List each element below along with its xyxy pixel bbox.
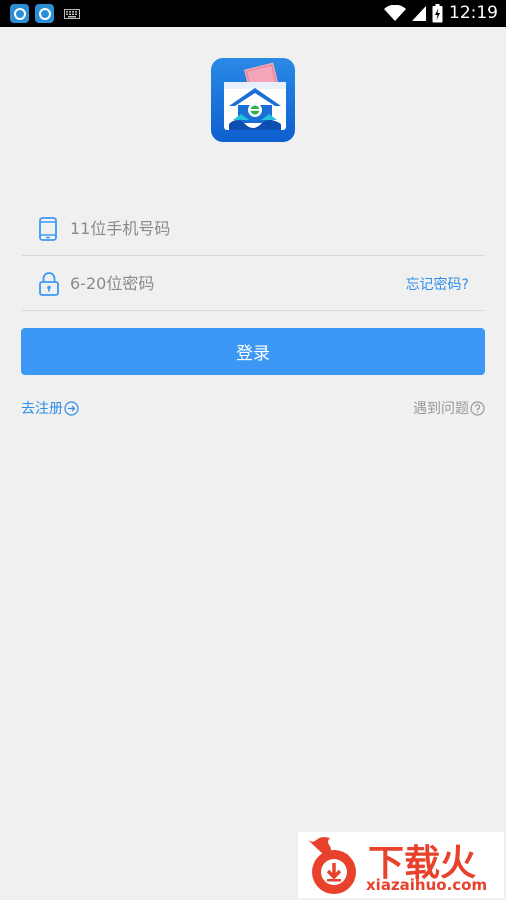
wifi-icon — [384, 5, 406, 21]
battery-charging-icon — [432, 4, 443, 23]
keyboard-icon — [64, 8, 80, 19]
status-bar: 12:19 — [0, 0, 506, 27]
help-label: 遇到问题 — [413, 401, 469, 417]
flame-logo-icon — [308, 837, 356, 894]
signal-icon — [412, 6, 426, 21]
login-button[interactable]: 登录 — [21, 328, 485, 375]
lock-icon — [39, 272, 59, 296]
notification-app-icon — [10, 4, 29, 23]
notification-icons — [10, 4, 80, 23]
password-input[interactable] — [70, 268, 390, 298]
question-circle-icon — [470, 400, 485, 416]
wallet-house-icon — [224, 62, 286, 130]
watermark: 下载火 xiazaihuo.com — [298, 832, 504, 898]
password-field-row: 忘记密码? — [22, 256, 485, 311]
phone-icon — [39, 217, 57, 241]
phone-input[interactable] — [70, 213, 390, 243]
phone-field-row — [22, 201, 485, 256]
arrow-right-circle-icon — [64, 400, 79, 416]
watermark-url: xiazaihuo.com — [366, 876, 488, 894]
register-link[interactable]: 去注册 — [21, 398, 79, 418]
forgot-password-link[interactable]: 忘记密码? — [406, 274, 469, 294]
register-label: 去注册 — [21, 401, 63, 417]
app-logo — [211, 58, 295, 142]
notification-app-icon — [35, 4, 54, 23]
system-status: 12:19 — [384, 3, 498, 24]
help-link[interactable]: 遇到问题 — [413, 398, 485, 418]
clock: 12:19 — [449, 3, 498, 23]
